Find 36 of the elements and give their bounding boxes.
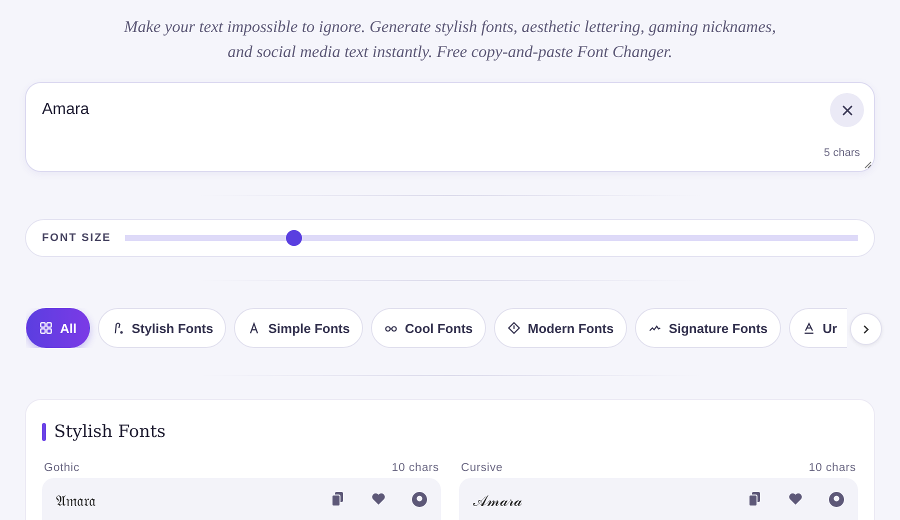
chevron-right-icon (862, 324, 870, 334)
font-sample-text: 𝒜𝓂𝒶𝓇𝒶 (473, 492, 522, 510)
copy-icon[interactable] (748, 492, 762, 506)
heart-icon[interactable] (371, 492, 386, 506)
font-sample-box[interactable]: 𝒜𝓂𝒶𝓇𝒶 (459, 478, 858, 520)
text-input-field[interactable]: Amara 5 chars (25, 82, 875, 172)
category-tab[interactable]: Modern Fonts (494, 308, 627, 348)
category-tab[interactable]: All (26, 308, 90, 348)
diamond-icon (506, 321, 521, 335)
slider-thumb[interactable] (286, 230, 302, 246)
copy-icon[interactable] (331, 492, 345, 506)
clear-button[interactable] (830, 93, 864, 127)
category-tab[interactable]: Stylish Fonts (98, 308, 226, 348)
char-count: 10 chars (392, 462, 439, 474)
font-style-name: Gothic (44, 462, 80, 474)
category-tab[interactable]: Simple Fonts (234, 308, 363, 348)
ring-icon[interactable] (412, 492, 427, 507)
resize-handle-icon[interactable] (864, 161, 872, 169)
heart-icon[interactable] (788, 492, 803, 506)
section-title: Stylish Fonts (54, 422, 166, 442)
subtitle: Make your text impossible to ignore. Generate stylish fonts, aesthetic lettering, gaming nicknames, and social media text instantly. Free copy-and-paste Font Changer. (122, 16, 777, 63)
ring-icon[interactable] (829, 492, 844, 507)
font-style-name: Cursive (461, 462, 503, 474)
grid-icon (39, 321, 53, 335)
close-icon (842, 104, 852, 116)
char-count: 10 chars (808, 462, 856, 474)
accent-bar (42, 423, 46, 441)
font-sample-box[interactable]: 𝔄𝔪𝔞𝔯𝔞 (42, 478, 441, 520)
category-tab[interactable]: Signature Fonts (634, 308, 781, 348)
font-sample-text: 𝔄𝔪𝔞𝔯𝔞 (56, 492, 96, 510)
category-tab[interactable]: Cool Fonts (370, 308, 486, 348)
category-tab[interactable]: Ur (788, 308, 847, 348)
input-value: Amara (42, 101, 90, 119)
char-count: 5 chars (824, 147, 860, 159)
underline-letter-icon (802, 321, 816, 335)
font-size-label: FONT SIZE (42, 232, 112, 244)
